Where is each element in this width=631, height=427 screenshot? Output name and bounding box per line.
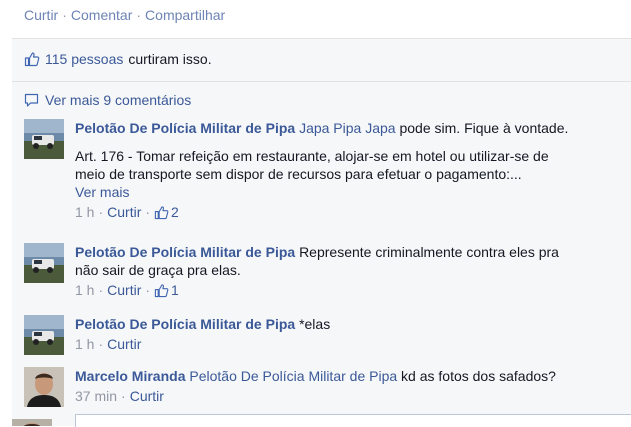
comment-meta: 1 h · Curtir	[75, 335, 142, 353]
comment-author-link[interactable]: Pelotão De Polícia Militar de Pipa	[75, 244, 295, 260]
comment-text: não sair de graça pra elas.	[75, 262, 241, 278]
comment-like-count[interactable]: 1	[154, 281, 179, 299]
avatar[interactable]	[24, 367, 64, 407]
like-comment-link[interactable]: Curtir	[107, 335, 141, 353]
comment-meta: 1 h · Curtir · 1	[75, 281, 179, 299]
comment-text: Represente criminalmente contra eles pra	[299, 244, 559, 260]
mention-link[interactable]: Pelotão De Polícia Militar de Pipa	[189, 368, 397, 384]
thumbs-up-icon	[154, 283, 169, 297]
comment-text: kd as fotos dos safados?	[401, 368, 556, 384]
comment-like-count[interactable]: 2	[154, 203, 179, 221]
likes-summary: 115 pessoas curtiram isso.	[24, 51, 212, 67]
comment-text: meio de transporte sem dispor de recurso…	[75, 166, 522, 182]
like-post-link[interactable]: Curtir	[24, 7, 58, 23]
view-more-comments-link[interactable]: Ver mais 9 comentários	[45, 92, 191, 108]
police-avatar-image	[24, 119, 64, 159]
post-actions: Curtir · Comentar · Compartilhar	[24, 7, 226, 23]
comment-meta: 37 min · Curtir	[75, 387, 164, 405]
comment-author-link[interactable]: Marcelo Miranda	[75, 368, 185, 384]
see-more-link[interactable]: Ver mais	[75, 184, 129, 200]
thumbs-up-icon	[24, 52, 40, 67]
speech-bubble-icon	[24, 93, 39, 107]
comment-text: pode sim. Fique à vontade.	[399, 120, 569, 136]
view-more-row[interactable]: Ver mais 9 comentários	[24, 92, 191, 108]
comment-author-link[interactable]: Pelotão De Polícia Militar de Pipa	[75, 120, 295, 136]
timestamp[interactable]: 1 h	[75, 335, 94, 353]
like-comment-link[interactable]: Curtir	[107, 203, 141, 221]
avatar[interactable]	[24, 315, 64, 355]
write-comment-input[interactable]	[75, 414, 631, 427]
divider	[12, 81, 631, 82]
mention-link[interactable]: Japa Pipa Japa	[299, 120, 396, 136]
like-comment-link[interactable]: Curtir	[130, 387, 164, 405]
likes-suffix: curtiram isso.	[128, 51, 212, 67]
avatar[interactable]	[24, 243, 64, 283]
comment-text: Art. 176 - Tomar refeição em restaurante…	[75, 148, 549, 164]
comments-panel: 115 pessoas curtiram isso. Ver mais 9 co…	[12, 38, 631, 426]
share-post-link[interactable]: Compartilhar	[145, 7, 225, 23]
timestamp[interactable]: 1 h	[75, 281, 94, 299]
comment-author-link[interactable]: Pelotão De Polícia Militar de Pipa	[75, 316, 295, 332]
likers-link[interactable]: 115 pessoas	[45, 51, 123, 67]
timestamp[interactable]: 37 min	[75, 387, 117, 405]
person-avatar-image	[24, 367, 64, 407]
comment-text: *elas	[299, 316, 331, 332]
police-avatar-image	[24, 315, 64, 355]
police-avatar-image	[24, 243, 64, 283]
comment-post-link[interactable]: Comentar	[71, 7, 132, 23]
timestamp[interactable]: 1 h	[75, 203, 94, 221]
avatar[interactable]	[24, 119, 64, 159]
thumbs-up-icon	[154, 205, 169, 219]
like-comment-link[interactable]: Curtir	[107, 281, 141, 299]
comment-meta: 1 h · Curtir · 2	[75, 203, 179, 221]
